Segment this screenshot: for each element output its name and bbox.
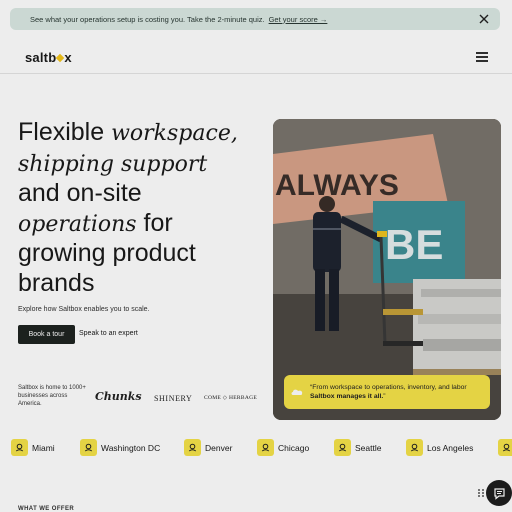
city-item[interactable]: Chicago	[257, 439, 309, 456]
hamburger-menu-icon[interactable]	[476, 52, 488, 62]
city-item[interactable]: Los Angeles	[406, 439, 473, 456]
headline-italic: operations	[18, 211, 137, 237]
city-label: Washington DC	[101, 442, 161, 453]
location-pin-icon	[498, 439, 512, 456]
city-item[interactable]: Miami	[11, 439, 55, 456]
city-item[interactable]: Washington DC	[80, 439, 160, 456]
hero-subtext: Explore how Saltbox enables you to scale…	[18, 306, 150, 313]
banner-text: See what your operations setup is costin…	[30, 14, 265, 24]
headline-italic: workspace,	[111, 121, 238, 146]
quote-text: “From workspace to operations, inventory…	[310, 383, 490, 401]
testimonial-quote-card: “From workspace to operations, inventory…	[284, 375, 490, 409]
quote-bold: Saltbox manages it all.	[310, 393, 384, 400]
cloud-chat-icon	[291, 389, 303, 395]
city-item[interactable]: Seattle	[334, 439, 381, 456]
close-icon[interactable]	[476, 11, 492, 27]
headline-part: growing product	[18, 239, 196, 267]
headline-part: brands	[18, 268, 95, 297]
location-pin-icon	[80, 439, 97, 456]
top-nav: saltb x	[0, 40, 512, 74]
quote-regular: “From workspace to operations, inventory…	[310, 384, 467, 391]
city-label: Denver	[205, 442, 233, 453]
chat-bubble-icon	[493, 487, 505, 500]
location-pin-icon	[334, 439, 351, 456]
headline-part: for	[136, 208, 173, 237]
city-item[interactable]: Denver	[184, 439, 232, 456]
location-pin-icon	[406, 439, 423, 456]
announcement-banner: See what your operations setup is costin…	[10, 8, 500, 30]
wall-text-always: ALWAYS	[275, 169, 399, 202]
city-item[interactable]	[498, 439, 512, 456]
headline-part: and on-site	[18, 179, 142, 207]
wall-text-be: BE	[385, 221, 443, 268]
logo-text-right: x	[64, 50, 72, 65]
banner-link[interactable]: Get your score →	[269, 15, 328, 24]
logo-text-left: saltb	[25, 50, 57, 65]
city-label: Los Angeles	[427, 442, 474, 453]
location-pin-icon	[11, 439, 28, 456]
section-label: WHAT WE OFFER	[18, 506, 75, 512]
hero-headline: Flexible workspace, shipping support and…	[18, 118, 268, 298]
speak-to-expert-link[interactable]: Speak to an expert	[79, 330, 138, 337]
city-label: Seattle	[355, 442, 382, 453]
quote-end: ”	[383, 393, 386, 400]
city-label: Chicago	[278, 442, 310, 453]
brand-logo-shinery: SHINERY	[154, 394, 193, 403]
book-tour-button[interactable]: Book a tour	[18, 325, 75, 344]
headline-part: Flexible	[18, 118, 112, 146]
headline-italic: shipping support	[18, 151, 208, 177]
location-pin-icon	[184, 439, 201, 456]
brand-logo-chunks: Chunks	[95, 390, 142, 403]
city-label: Miami	[32, 442, 55, 453]
chat-button[interactable]	[486, 480, 512, 506]
brand-logo-come-herbage: COME ◇ HERBAGE	[204, 395, 258, 401]
location-pin-icon	[257, 439, 274, 456]
city-strip: Miami Washington DC Denver Chicago Seatt…	[0, 439, 512, 459]
social-proof-text: Saltbox is home to 1000+ businesses acro…	[18, 385, 86, 407]
logo[interactable]: saltb x	[25, 50, 72, 65]
